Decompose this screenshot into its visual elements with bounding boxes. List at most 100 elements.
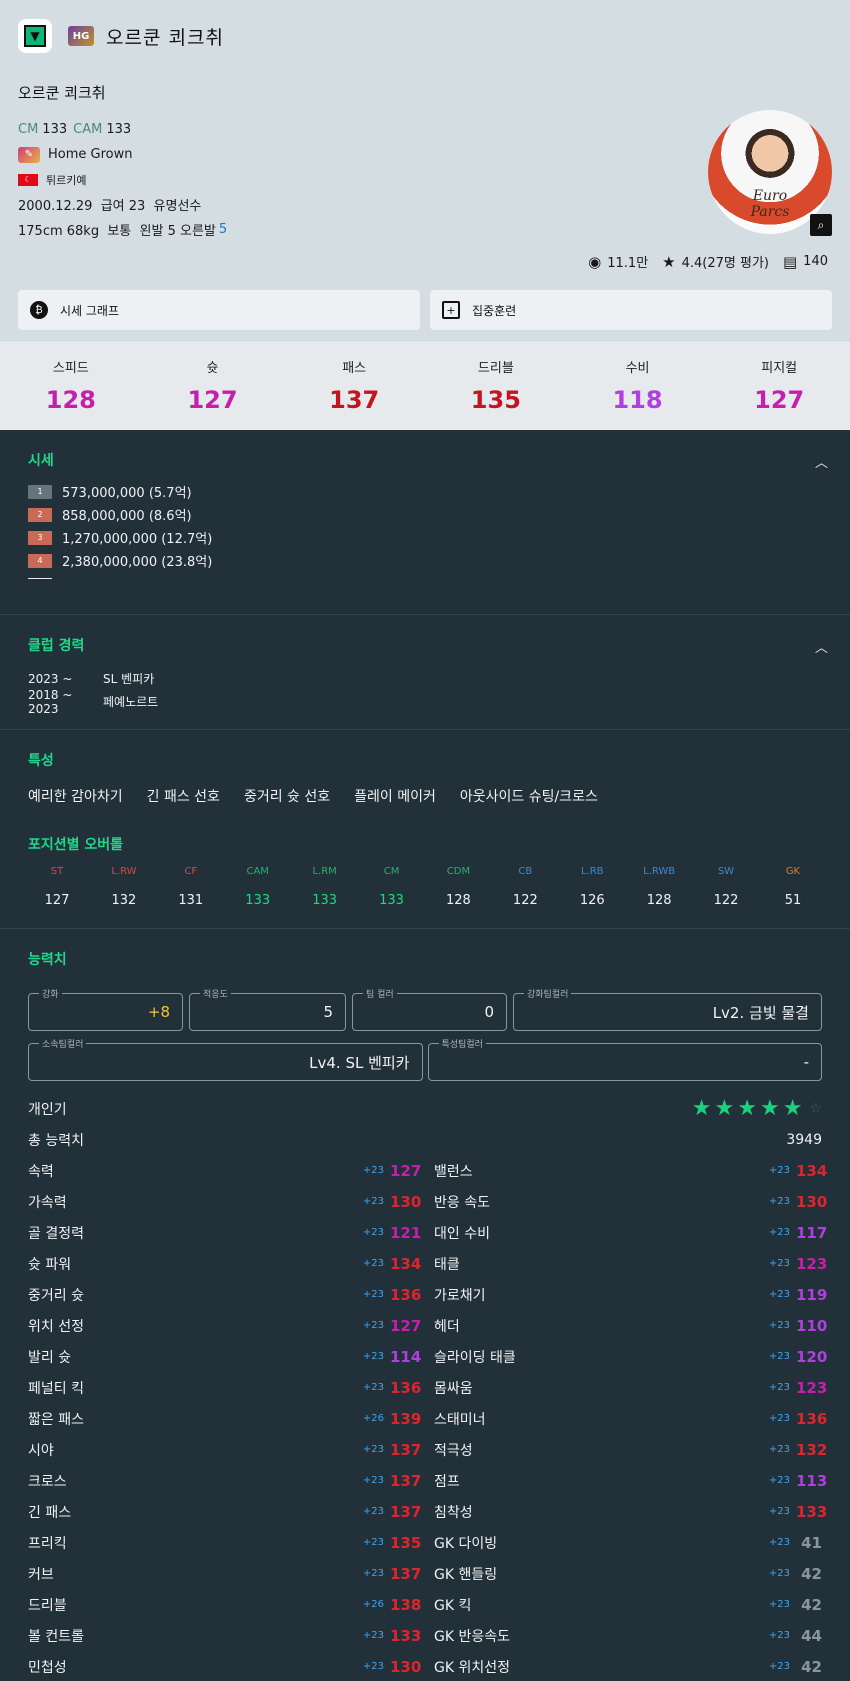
stat-label: 슛 (206, 361, 219, 376)
attribute-row: 속력 +23 127 (28, 1155, 422, 1186)
teamcolor-field[interactable]: 팀 컬러 0 (352, 987, 507, 1031)
attribute-row: 슛 파워 +23 134 (28, 1248, 422, 1279)
skill-star-icon: ★ (737, 1096, 757, 1121)
position-ovr-item: SW 122 (697, 866, 755, 908)
player-nation-line: ☾ 튀르키예 (18, 167, 227, 192)
attribute-boost: +23 (768, 1258, 790, 1269)
price-value: 573,000,000 (5.7억) (62, 486, 192, 501)
attribute-boost: +23 (362, 1227, 384, 1238)
attribute-boost: +23 (362, 1506, 384, 1517)
season-badge: HG (68, 26, 94, 46)
skill-stars: ★ ★ ★ ★ ★ ☆ (692, 1096, 822, 1121)
stat-label: 드리블 (477, 361, 514, 376)
top-bar: ▼ HG 오르쿤 쾨크취 (0, 0, 850, 72)
trait-teamcolor-field[interactable]: 특성팀컬러 - (427, 1037, 822, 1081)
position-name: L.RW (111, 866, 137, 877)
club-teamcolor-field[interactable]: 소속팀컬러 Lv4. SL 벤피카 (28, 1037, 423, 1081)
attribute-boost: +23 (768, 1568, 790, 1579)
position-name: CM (383, 866, 400, 877)
attribute-row: 프리킥 +23 135 (28, 1527, 421, 1558)
price-row: 2 858,000,000 (8.6억) (28, 503, 822, 526)
trait-item: 긴 패스 선호 (146, 789, 220, 805)
attribute-name: GK 반응속도 (434, 1628, 510, 1645)
position-label: CM (18, 122, 39, 137)
teamcolor-value: 0 (484, 1003, 494, 1021)
attribute-value: 127 (390, 1161, 422, 1180)
attribute-row: 슬라이딩 태클 +23 120 (434, 1341, 827, 1372)
price-value: 1,270,000,000 (12.7억) (62, 532, 213, 547)
position-ovr-item: ST 127 (28, 866, 86, 908)
club-name: SL 벤피카 (103, 672, 155, 686)
attribute-name: 몸싸움 (434, 1380, 473, 1397)
trait-item: 예리한 감아차기 (28, 789, 123, 805)
rating-text: 4.4(27명 평가) (681, 256, 769, 271)
attribute-boost: +23 (362, 1196, 384, 1207)
attribute-name: 스태미너 (434, 1411, 486, 1428)
app-logo[interactable]: ▼ (18, 19, 52, 53)
player-header-area: ▼ HG 오르쿤 쾨크취 오르쿤 쾨크취 CM 133 CAM 133 ✎ Home … (0, 0, 850, 340)
price-graph-button[interactable]: ₿ 시세 그래프 (18, 290, 420, 330)
price-grade-badge: 3 (28, 530, 52, 545)
position-ovr-value: 122 (713, 893, 739, 908)
attribute-boost: +23 (768, 1351, 790, 1362)
attribute-name: 적극성 (434, 1442, 473, 1459)
position-ovr-item: CM 133 (363, 866, 421, 908)
stat-item: 드리블 135 (425, 341, 567, 430)
trait-teamcolor-value: - (803, 1053, 809, 1071)
attribute-boost: +23 (768, 1227, 790, 1238)
attribute-name: 시야 (28, 1442, 54, 1459)
price-row: 4 2,380,000,000 (23.8억) (28, 549, 822, 572)
price-title: 시세 (28, 453, 54, 469)
stat-label: 피지컬 (761, 361, 798, 376)
position-name: GK (785, 866, 801, 877)
position-ovr-item: L.RB 126 (563, 866, 621, 908)
stat-label: 스피드 (52, 361, 89, 376)
stat-item: 패스 137 (283, 341, 425, 430)
attribute-value: 136 (796, 1409, 828, 1428)
position-name: L.RM (312, 866, 337, 877)
attribute-value: 42 (801, 1657, 822, 1676)
price-grade-badge: 2 (28, 507, 52, 522)
price-row: 3 1,270,000,000 (12.7억) (28, 526, 822, 549)
attribute-value: 123 (796, 1378, 828, 1397)
position-ovr-value: 133 (245, 893, 271, 908)
summary-stats: 스피드 128 슛 127 패스 137 드리블 135 수비 118 피지컬 127 (0, 340, 850, 430)
attribute-name: 대인 수비 (434, 1225, 490, 1242)
price-value: 858,000,000 (8.6억) (62, 509, 192, 524)
attribute-boost: +23 (768, 1289, 790, 1300)
club-name: 페예노르트 (103, 695, 159, 709)
enh-teamcolor-field[interactable]: 강화팀컬러 Lv2. 금빛 물결 (513, 987, 822, 1031)
turkey-flag-icon: ☾ (18, 173, 38, 186)
attribute-row: 태클 +23 123 (434, 1248, 827, 1279)
zoom-icon[interactable]: ⌕ (810, 214, 832, 236)
attribute-value: 134 (390, 1254, 422, 1273)
attribute-value: 113 (796, 1471, 828, 1490)
attribute-row: 짧은 패스 +26 139 (28, 1403, 421, 1434)
skill-star-icon: ★ (759, 1096, 780, 1121)
chevron-up-icon[interactable]: ︿ (815, 637, 828, 656)
enhance-field[interactable]: 강화 +8 (28, 987, 183, 1031)
attribute-value: 136 (390, 1285, 422, 1304)
attribute-boost: +23 (362, 1289, 384, 1300)
attribute-row: 몸싸움 +23 123 (434, 1372, 828, 1403)
attribute-value: 133 (390, 1626, 422, 1645)
action-buttons: ₿ 시세 그래프 + 집중훈련 (18, 290, 832, 330)
position-ovr-grid: ST 127 L.RW 132 CF 131 CAM 133 L.RM 133 CM 133 CDM 12… (28, 866, 822, 908)
attribute-boost: +26 (362, 1599, 384, 1610)
stat-item: 수비 118 (567, 341, 709, 430)
chevron-up-icon[interactable]: ︿ (815, 452, 828, 471)
training-button[interactable]: + 집중훈련 (430, 290, 832, 330)
position-name: ST (50, 866, 64, 877)
traits-title: 특성 (28, 753, 54, 769)
adapt-field[interactable]: 적응도 5 (189, 987, 346, 1031)
attribute-value: 130 (390, 1192, 422, 1211)
attribute-boost: +23 (362, 1320, 384, 1331)
trait-item: 아웃사이드 슈팅/크로스 (459, 789, 598, 805)
comment-icon[interactable]: ▤ (783, 253, 797, 271)
position-ovr-value: 128 (446, 893, 471, 908)
stat-value: 118 (612, 386, 663, 414)
club-list: 2023 ~ SL 벤피카 2018 ~ 2023 페예노르트 (28, 667, 822, 716)
attribute-value: 137 (390, 1440, 422, 1459)
total-label: 총 능력치 (28, 1132, 84, 1149)
attribute-boost: +23 (768, 1413, 790, 1424)
